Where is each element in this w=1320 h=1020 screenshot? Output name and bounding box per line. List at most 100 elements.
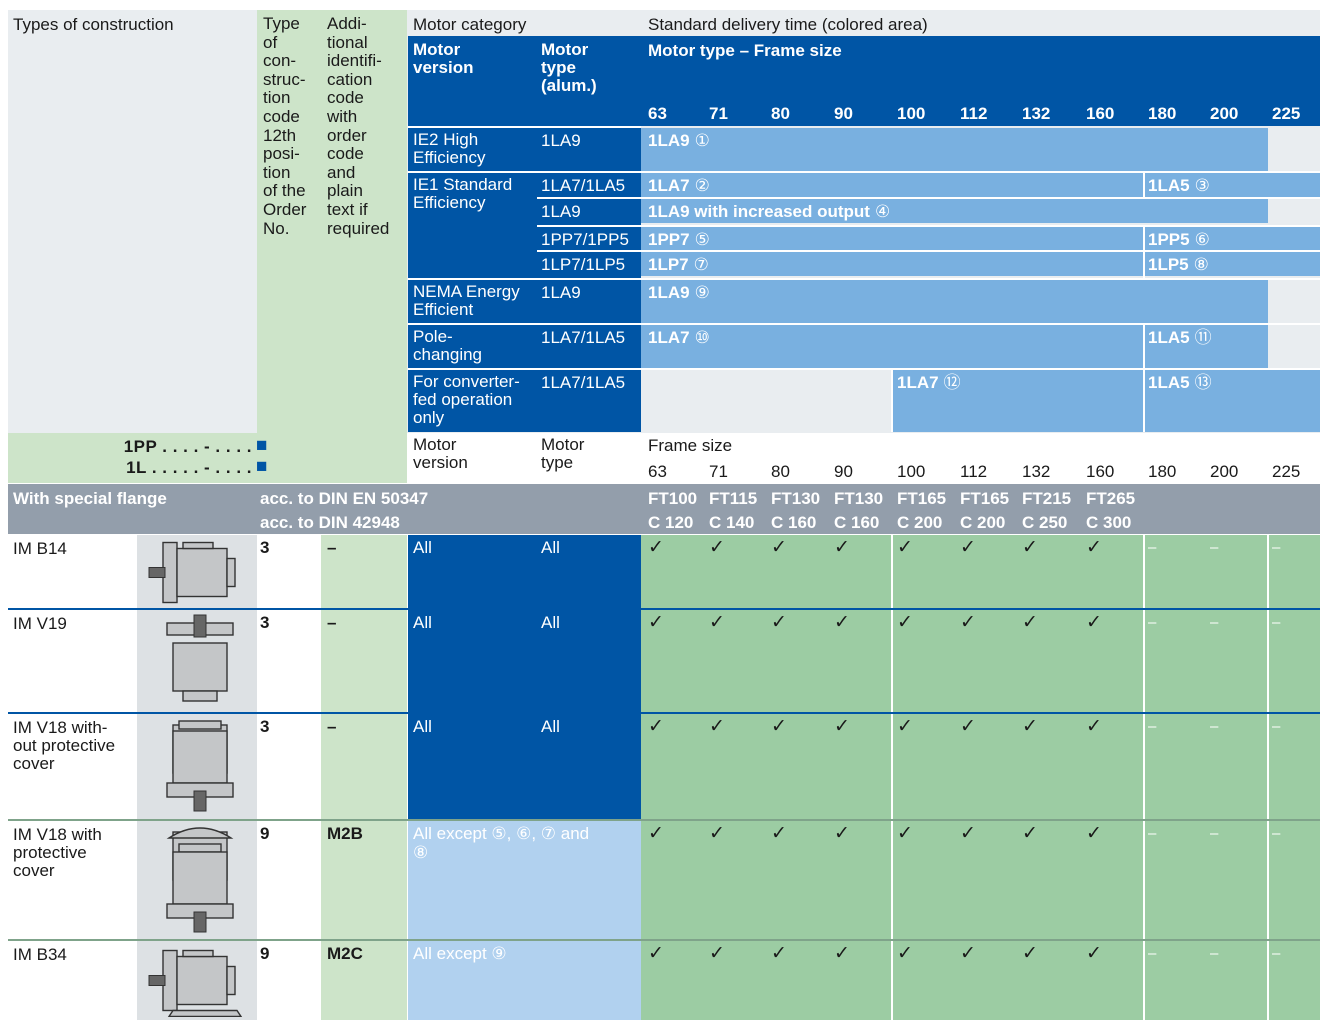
available-check: ✓ — [709, 537, 725, 558]
flange-size-ft: FT130 — [834, 489, 884, 508]
delivery-bar-label: 1LA5 ⑬ — [1148, 373, 1212, 392]
additional-code: – — [327, 538, 337, 557]
footnote-number: ⑬ — [1194, 373, 1212, 392]
standard-din-en-50347: acc. to DIN EN 50347 — [260, 489, 429, 508]
icon-part — [226, 557, 236, 588]
frame-size-71: 71 — [709, 104, 728, 123]
frame-size-63: 63 — [648, 104, 667, 123]
delivery-bar-label: 1LA9 ⑨ — [648, 283, 710, 302]
flange-size-ft: FT215 — [1022, 489, 1072, 508]
category-version: IE1 Standard Efficiency — [413, 175, 513, 212]
type-divider — [537, 225, 641, 227]
construction-code: 3 — [260, 613, 270, 632]
available-check: ✓ — [897, 943, 913, 964]
bar-split — [1143, 225, 1145, 278]
motor-version-heading: Motor version — [413, 40, 474, 77]
delivery-bar-6 — [641, 280, 1268, 324]
delivery-bar-label: 1LA9 with increased output ④ — [648, 202, 890, 221]
motor-type-value: All — [541, 613, 560, 632]
icon-part — [166, 827, 234, 839]
available-check: ✓ — [1086, 612, 1102, 633]
available-check: ✓ — [834, 823, 850, 844]
category-version: NEMA Energy Efficient — [413, 282, 520, 319]
subheader-frame-100: 100 — [897, 462, 926, 481]
available-check: ✓ — [834, 612, 850, 633]
bar-divider — [641, 368, 1320, 370]
availability-divider — [1143, 610, 1145, 714]
icon-part — [182, 949, 214, 958]
delivery-bar-label: 1PP7 ⑤ — [648, 230, 710, 249]
flange-size-c: C 250 — [1022, 513, 1068, 532]
construction-code: 9 — [260, 944, 270, 963]
frame-size-112: 112 — [960, 104, 988, 123]
availability-divider — [1143, 821, 1145, 941]
category-divider — [408, 323, 641, 325]
category-motor-type: 1LA7/1LA5 — [541, 328, 626, 347]
flange-size-ft: FT265 — [1086, 489, 1136, 508]
footnote-number: ⑧ — [1193, 255, 1209, 274]
not-available-dash: – — [1148, 539, 1157, 556]
subheader-frame-size: Frame size — [648, 436, 733, 455]
standard-din-42948: acc. to DIN 42948 — [260, 513, 400, 532]
construction-name: IM V18 with- out protective cover — [13, 718, 116, 773]
footnote-number: ① — [694, 131, 710, 150]
bar-divider — [641, 250, 1320, 252]
icon-part — [148, 567, 166, 578]
delivery-bar-label: 1LA7 ⑫ — [897, 373, 961, 392]
not-available-dash: – — [1272, 945, 1281, 962]
motor-type-label: 1LA9 — [648, 283, 690, 302]
motor-category-heading: Motor category — [413, 15, 527, 34]
available-check: ✓ — [648, 716, 664, 737]
available-check: ✓ — [648, 943, 664, 964]
flange-size-ft: FT100 — [648, 489, 698, 508]
delivery-bar-label: 1LA7 ② — [648, 176, 710, 195]
motor-type-label: 1LP5 — [1148, 255, 1189, 274]
category-version: For converter- fed operation only — [413, 372, 520, 427]
icon-part — [148, 975, 166, 986]
flange-size-c: C 160 — [834, 513, 880, 532]
footnote-number: ⑥ — [1194, 230, 1210, 249]
frame-size-160: 160 — [1086, 104, 1115, 123]
subheader-frame-71: 71 — [709, 462, 728, 481]
available-check: ✓ — [648, 612, 664, 633]
bar-divider — [641, 225, 1320, 227]
subheader-frame-225: 225 — [1272, 462, 1301, 481]
delivery-bar-2 — [641, 173, 1320, 197]
available-check: ✓ — [1022, 943, 1038, 964]
category-divider — [408, 126, 641, 128]
additional-code: M2C — [327, 944, 363, 963]
construction-name: IM B14 — [13, 539, 67, 558]
motor-type-label: 1PP7 — [648, 230, 690, 249]
available-check: ✓ — [834, 943, 850, 964]
not-available-dash: – — [1148, 614, 1157, 631]
motor-type-label: 1LA5 — [1148, 176, 1190, 195]
available-check: ✓ — [1022, 612, 1038, 633]
category-motor-type: 1LA7/1LA5 — [541, 176, 626, 195]
order-prefix-code: 1PP . . . . - . . . . — [123, 437, 252, 456]
flange-size-c: C 300 — [1086, 513, 1132, 532]
available-check: ✓ — [834, 716, 850, 737]
category-motor-type: 1LA9 — [541, 202, 581, 221]
category-divider — [408, 171, 641, 173]
bar-split — [1143, 323, 1145, 368]
availability-divider — [1267, 941, 1269, 1020]
icon-part — [178, 720, 222, 730]
bar-split — [891, 368, 893, 432]
flange-size-c: C 200 — [897, 513, 943, 532]
availability-divider — [891, 821, 893, 941]
availability-divider — [891, 941, 893, 1020]
additional-code-heading: Addi- tional identifi- cation code with … — [327, 14, 390, 238]
delivery-bar-label: 1LP5 ⑧ — [1148, 255, 1209, 274]
delivery-bar-label: 1PP5 ⑥ — [1148, 230, 1210, 249]
icon-part — [193, 911, 207, 933]
delivery-bar-label: 1LA9 ① — [648, 131, 710, 150]
available-check: ✓ — [834, 537, 850, 558]
footnote-number: ④ — [874, 202, 891, 221]
motor-feet-flange-icon — [148, 949, 243, 1017]
bar-divider — [641, 278, 1320, 280]
motor-type-label: 1LA7 — [648, 328, 690, 347]
category-motor-type: 1LA9 — [541, 131, 581, 150]
frame-size-225: 225 — [1272, 104, 1301, 123]
subheader-frame-90: 90 — [834, 462, 853, 481]
order-prefix-code: 1L . . . . . - . . . . — [126, 458, 252, 477]
